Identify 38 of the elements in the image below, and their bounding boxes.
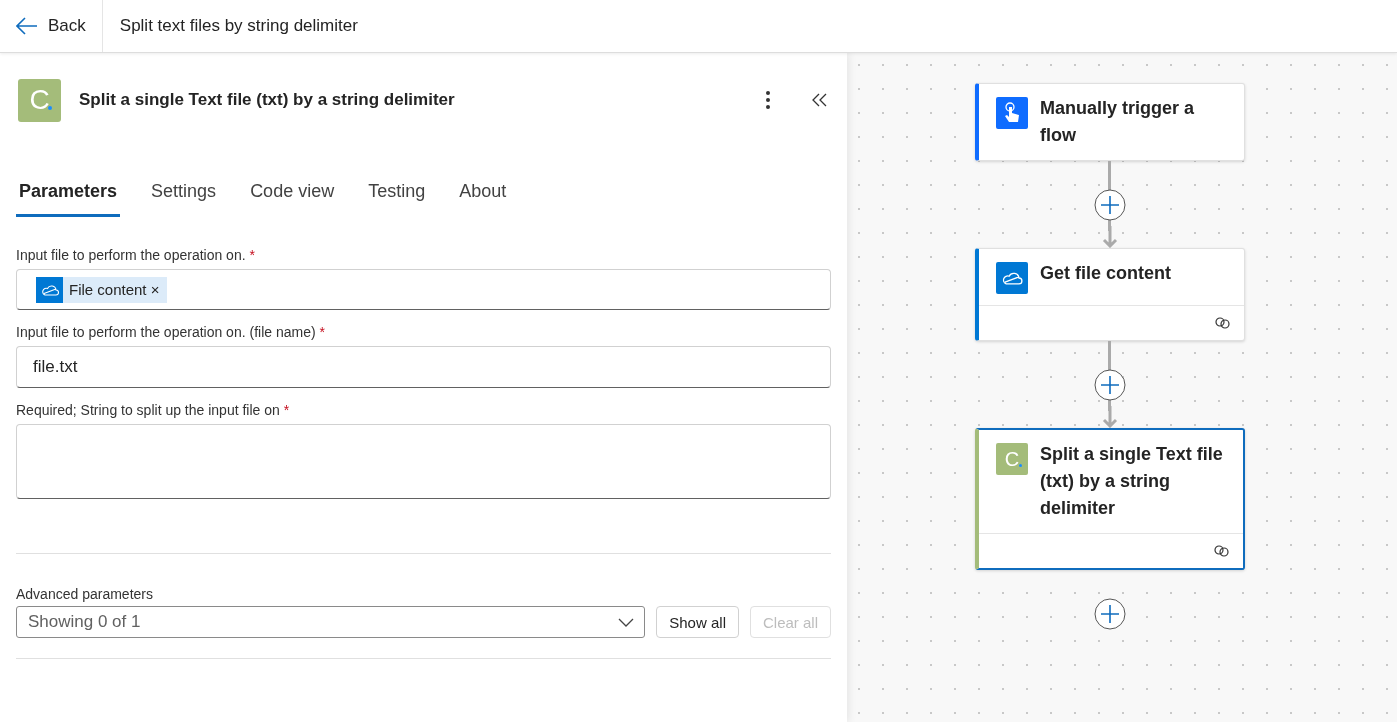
panel-title: Split a single Text file (txt) by a string delimiter <box>79 90 456 110</box>
more-options-icon[interactable] <box>765 90 771 110</box>
flow-step-card[interactable]: C Split a single Text file (txt) by a string delimiter <box>975 428 1245 570</box>
add-step-icon[interactable] <box>1094 598 1126 630</box>
input-field[interactable]: file.txt <box>16 346 831 388</box>
field-label: Required; String to split up the input file on * <box>16 402 291 418</box>
step-title: Split a single Text file (txt) by a string delimiter <box>1040 443 1224 520</box>
flow-step-card[interactable]: Manually trigger a flow <box>975 83 1245 161</box>
cloud-icon <box>36 276 63 303</box>
add-step-icon[interactable] <box>1094 189 1126 221</box>
step-icon <box>996 262 1028 294</box>
add-step-icon[interactable] <box>1094 369 1126 401</box>
show-clear-button[interactable]: Show all <box>656 606 739 638</box>
action-logo-icon: C <box>18 78 61 122</box>
step-title: Manually trigger a flow <box>1040 97 1196 147</box>
tab[interactable]: About <box>456 171 510 217</box>
file-content-token[interactable]: File content × <box>36 276 168 303</box>
field-label: Input file to perform the operation on. * <box>16 247 256 263</box>
chevron-down-icon <box>618 617 635 627</box>
parameters-dropdown[interactable]: Showing 0 of 1 <box>16 606 646 638</box>
advanced-parameters-label: Advanced parameters <box>16 586 154 602</box>
field-label: Input file to perform the operation on. (file name) * <box>16 324 326 340</box>
tab[interactable]: Testing <box>365 171 429 217</box>
step-icon <box>996 97 1028 129</box>
flow-step-card[interactable]: Get file content <box>975 248 1245 341</box>
back-button[interactable]: Back <box>0 0 103 52</box>
link-icon <box>1214 317 1232 329</box>
link-icon <box>1213 545 1231 557</box>
input-field[interactable] <box>16 424 831 499</box>
tab[interactable]: Settings <box>148 171 220 217</box>
step-title: Get file content <box>1040 262 1171 285</box>
tab[interactable]: Parameters <box>16 171 121 217</box>
input-field[interactable]: File content × <box>16 269 831 310</box>
page-title: Split text files by string delimiter <box>118 16 358 36</box>
collapse-icon[interactable] <box>811 92 827 108</box>
tab[interactable]: Code view <box>247 171 338 217</box>
back-arrow-icon <box>16 17 38 35</box>
step-icon: C <box>996 443 1028 475</box>
